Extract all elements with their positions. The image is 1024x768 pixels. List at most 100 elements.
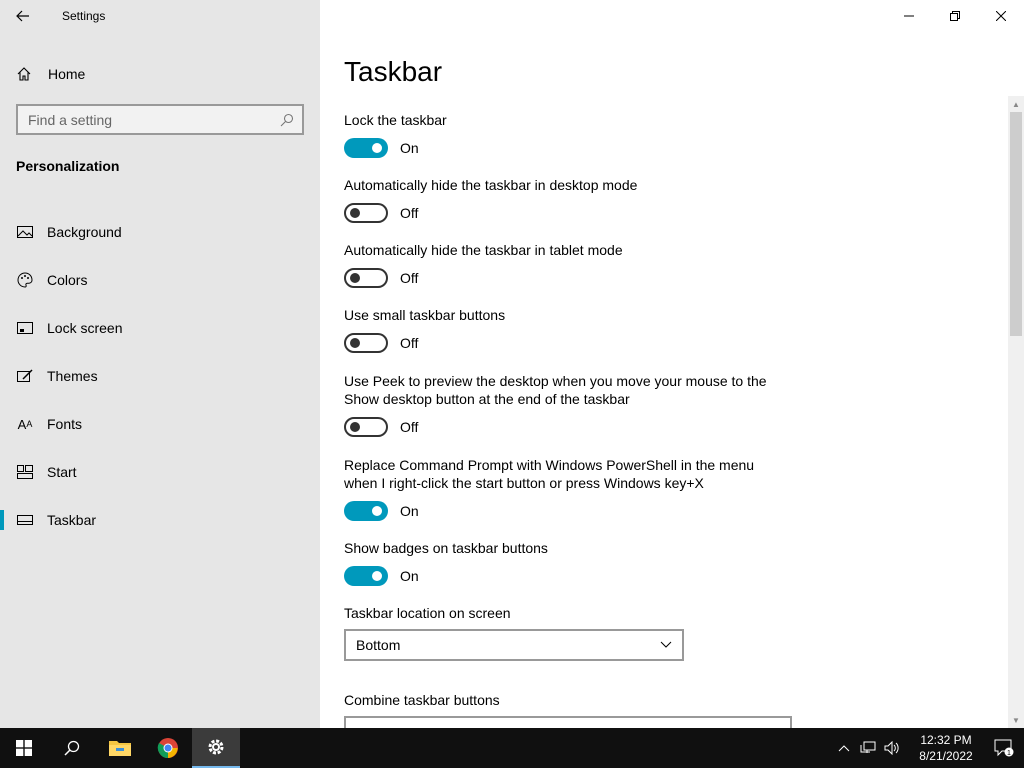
toggle-state: On xyxy=(400,568,419,584)
windows-taskbar: 12:32 PM 8/21/2022 1 xyxy=(0,728,1024,768)
windows-logo-icon xyxy=(16,740,32,756)
chevron-down-icon xyxy=(660,641,672,648)
sidebar-item-label: Colors xyxy=(47,272,88,288)
action-center-button[interactable]: 1 xyxy=(984,739,1024,757)
toggle-row-lock-taskbar: On xyxy=(344,138,419,158)
svg-text:1: 1 xyxy=(1007,750,1011,757)
scroll-down-icon[interactable]: ▼ xyxy=(1008,712,1024,728)
main-content: Taskbar Lock the taskbar On Automaticall… xyxy=(320,0,1024,728)
search-input[interactable] xyxy=(28,111,280,128)
scroll-up-icon[interactable]: ▲ xyxy=(1008,96,1024,112)
toggle-state: Off xyxy=(400,419,419,435)
toggle-state: On xyxy=(400,503,419,519)
combine-buttons-dropdown[interactable] xyxy=(344,716,792,728)
clock-date: 8/21/2022 xyxy=(919,749,973,763)
sidebar-item-colors[interactable]: Colors xyxy=(0,256,320,304)
start-icon xyxy=(16,463,34,481)
volume-icon[interactable] xyxy=(880,741,904,755)
app-title: Settings xyxy=(62,9,106,23)
minimize-button[interactable] xyxy=(886,0,932,32)
setting-label-autohide-tablet: Automatically hide the taskbar in tablet… xyxy=(344,242,623,258)
sidebar-item-label: Fonts xyxy=(47,416,83,432)
toggle-row-peek: Off xyxy=(344,417,418,437)
restore-icon xyxy=(950,11,960,21)
autohide-tablet-toggle[interactable] xyxy=(344,268,388,288)
minimize-icon xyxy=(904,15,914,17)
toggle-state: Off xyxy=(400,270,419,286)
setting-label-autohide-desktop: Automatically hide the taskbar in deskto… xyxy=(344,177,638,193)
home-icon xyxy=(16,66,34,82)
system-tray: 12:32 PM 8/21/2022 1 xyxy=(832,728,1024,768)
image-icon xyxy=(16,223,34,241)
lock-screen-icon xyxy=(16,319,34,337)
network-icon[interactable] xyxy=(856,741,880,755)
toggle-state: Off xyxy=(400,335,419,351)
toggle-row-autohide-desktop: Off xyxy=(344,203,418,223)
sidebar-nav: Background Colors Lock screen Themes AA … xyxy=(0,208,320,544)
autohide-desktop-toggle[interactable] xyxy=(344,203,388,223)
toggle-state: Off xyxy=(400,205,419,221)
setting-label-lock-taskbar: Lock the taskbar xyxy=(344,112,447,128)
close-button[interactable] xyxy=(978,0,1024,32)
start-button[interactable] xyxy=(0,728,48,768)
sidebar: Settings Home Personalization Background… xyxy=(0,0,320,728)
search-icon xyxy=(280,113,294,126)
combine-buttons-label: Combine taskbar buttons xyxy=(344,692,500,708)
palette-icon xyxy=(16,271,34,289)
search-icon xyxy=(64,740,80,756)
badges-toggle[interactable] xyxy=(344,566,388,586)
sidebar-item-lock-screen[interactable]: Lock screen xyxy=(0,304,320,352)
setting-label-badges: Show badges on taskbar buttons xyxy=(344,540,548,556)
back-arrow-icon xyxy=(16,10,29,22)
chrome-button[interactable] xyxy=(144,728,192,768)
notification-icon: 1 xyxy=(994,739,1014,757)
sidebar-item-taskbar[interactable]: Taskbar xyxy=(0,496,320,544)
sidebar-item-label: Lock screen xyxy=(47,320,123,336)
sidebar-item-background[interactable]: Background xyxy=(0,208,320,256)
chrome-icon xyxy=(157,738,178,759)
section-title: Personalization xyxy=(16,158,120,174)
lock-taskbar-toggle[interactable] xyxy=(344,138,388,158)
window-controls xyxy=(886,0,1024,32)
gear-icon xyxy=(208,739,224,755)
home-label: Home xyxy=(48,66,86,82)
toggle-row-powershell: On xyxy=(344,501,419,521)
title-bar: Settings xyxy=(0,0,320,32)
peek-toggle[interactable] xyxy=(344,417,388,437)
scroll-thumb[interactable] xyxy=(1010,112,1022,336)
taskbar-icon xyxy=(16,511,34,529)
restore-button[interactable] xyxy=(932,0,978,32)
dropdown-value: Bottom xyxy=(356,637,401,653)
setting-label-powershell: Replace Command Prompt with Windows Powe… xyxy=(344,457,755,491)
sidebar-item-label: Background xyxy=(47,224,122,240)
home-link[interactable]: Home xyxy=(16,62,85,86)
clock[interactable]: 12:32 PM 8/21/2022 xyxy=(908,732,984,764)
chevron-up-icon[interactable] xyxy=(832,744,856,752)
scrollbar[interactable]: ▲ ▼ xyxy=(1008,96,1024,728)
toggle-row-small-buttons: Off xyxy=(344,333,418,353)
small-buttons-toggle[interactable] xyxy=(344,333,388,353)
sidebar-item-start[interactable]: Start xyxy=(0,448,320,496)
toggle-state: On xyxy=(400,140,419,156)
toggle-row-autohide-tablet: Off xyxy=(344,268,418,288)
setting-label-peek: Use Peek to preview the desktop when you… xyxy=(344,373,767,407)
fonts-icon: AA xyxy=(17,416,33,432)
setting-label-small-buttons: Use small taskbar buttons xyxy=(344,307,506,323)
powershell-toggle[interactable] xyxy=(344,501,388,521)
file-explorer-button[interactable] xyxy=(96,728,144,768)
back-button[interactable] xyxy=(0,0,46,32)
sidebar-item-label: Themes xyxy=(47,368,98,384)
sidebar-item-fonts[interactable]: AA Fonts xyxy=(0,400,320,448)
search-taskbar-button[interactable] xyxy=(48,728,96,768)
close-icon xyxy=(996,11,1006,21)
taskbar-location-dropdown[interactable]: Bottom xyxy=(344,629,684,661)
themes-icon xyxy=(16,367,34,385)
search-box[interactable] xyxy=(16,104,304,135)
clock-time: 12:32 PM xyxy=(920,733,972,747)
sidebar-item-label: Taskbar xyxy=(47,512,97,528)
folder-icon xyxy=(109,741,131,756)
settings-taskbar-button[interactable] xyxy=(192,728,240,768)
sidebar-item-themes[interactable]: Themes xyxy=(0,352,320,400)
toggle-row-badges: On xyxy=(344,566,419,586)
sidebar-item-label: Start xyxy=(47,464,77,480)
